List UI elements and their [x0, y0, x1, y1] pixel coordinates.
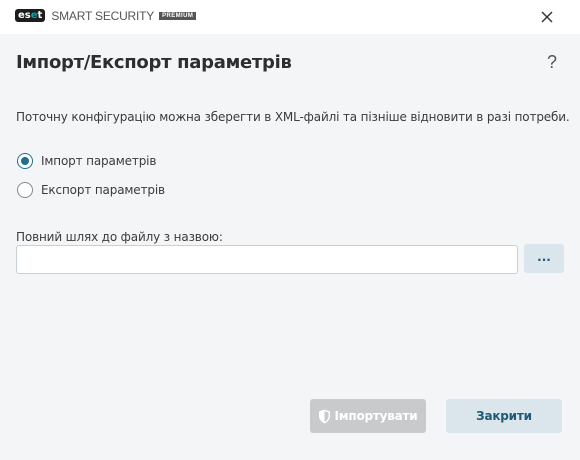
import-option-label: Імпорт параметрів — [41, 154, 157, 168]
description-text: Поточну конфігурацію можна зберегти в XM… — [16, 110, 570, 124]
file-path-input[interactable] — [16, 245, 518, 274]
path-field-label: Повний шлях до файлу з назвою: — [16, 230, 223, 244]
title-bar: eset SMART SECURITY PREMIUM — [0, 0, 580, 34]
export-option-label: Експорт параметрів — [41, 183, 165, 197]
edition-badge: PREMIUM — [159, 11, 197, 20]
browse-button[interactable]: ... — [524, 244, 564, 273]
close-icon — [541, 11, 553, 23]
close-window-button[interactable] — [535, 6, 559, 28]
import-radio[interactable] — [17, 153, 33, 169]
export-option[interactable]: Експорт параметрів — [17, 181, 165, 199]
import-export-dialog: eset SMART SECURITY PREMIUM Імпорт/Експо… — [0, 0, 580, 460]
close-button[interactable]: Закрити — [446, 399, 562, 433]
close-button-label: Закрити — [476, 409, 532, 423]
help-button[interactable]: ? — [542, 52, 562, 74]
import-option[interactable]: Імпорт параметрів — [17, 152, 156, 170]
eset-logo: eset — [15, 9, 46, 22]
import-button-label: Імпортувати — [334, 409, 418, 423]
product-name: SMART SECURITY — [51, 8, 155, 23]
shield-icon — [318, 409, 331, 424]
import-button[interactable]: Імпортувати — [310, 399, 426, 433]
app-logo: eset SMART SECURITY PREMIUM — [15, 8, 197, 23]
page-title: Імпорт/Експорт параметрів — [16, 52, 292, 73]
export-radio[interactable] — [17, 182, 33, 198]
